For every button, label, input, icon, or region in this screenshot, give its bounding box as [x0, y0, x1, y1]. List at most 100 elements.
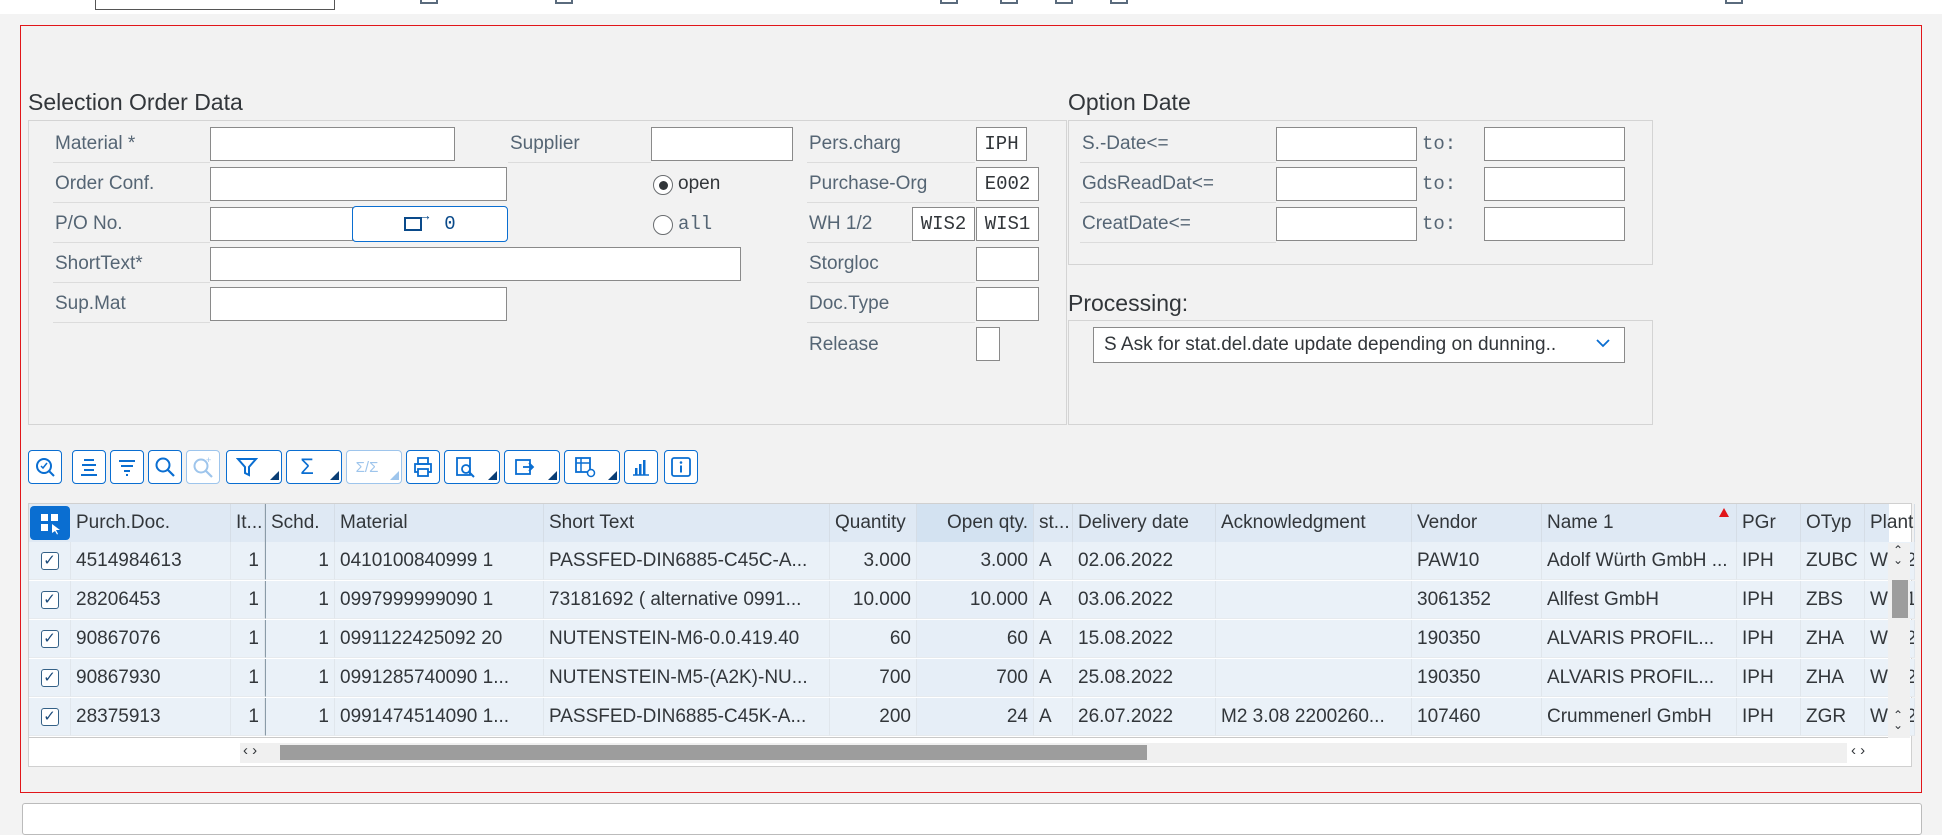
material-input[interactable]	[210, 127, 455, 161]
radio-all[interactable]	[653, 215, 673, 235]
cell-material[interactable]: 0991474514090 1...	[335, 698, 544, 736]
cell-purch-doc[interactable]: 90867076	[71, 620, 231, 658]
row-select-cell[interactable]: ✓	[29, 659, 71, 697]
cell-acknowledgment[interactable]	[1216, 542, 1412, 580]
cell-short-text[interactable]: NUTENSTEIN-M5-(A2K)-NU...	[544, 659, 830, 697]
table-row[interactable]: ✓ 4514984613 1 1 0410100840999 1 PASSFED-DIN6…	[29, 542, 1915, 580]
s-date-from-input[interactable]	[1276, 127, 1417, 161]
scroll-up-icon[interactable]: ⌃ ⌄	[1893, 544, 1903, 566]
print-preview-icon[interactable]	[444, 450, 500, 484]
cell-quantity[interactable]: 10.000	[830, 581, 917, 619]
cell-schd[interactable]: 1	[265, 620, 335, 658]
cell-material[interactable]: 0991285740090 1...	[335, 659, 544, 697]
purchase-org-input[interactable]: E002	[976, 167, 1039, 201]
supplier-input[interactable]	[651, 127, 793, 161]
doc-type-input[interactable]	[976, 287, 1039, 321]
creat-date-to-input[interactable]	[1484, 207, 1625, 241]
cell-name1[interactable]: ALVARIS PROFIL...	[1542, 620, 1737, 658]
cell-purch-doc[interactable]: 28375913	[71, 698, 231, 736]
sup-mat-input[interactable]	[210, 287, 507, 321]
cell-schd[interactable]: 1	[265, 698, 335, 736]
row-select-cell[interactable]: ✓	[29, 620, 71, 658]
row-select-cell[interactable]: ✓	[29, 581, 71, 619]
cell-status[interactable]: A	[1034, 581, 1073, 619]
cell-item[interactable]: 1	[231, 659, 265, 697]
col-quantity[interactable]: Quantity	[830, 504, 917, 542]
cell-delivery-date[interactable]: 26.07.2022	[1073, 698, 1216, 736]
col-otyp[interactable]: OTyp	[1801, 504, 1865, 542]
cell-status[interactable]: A	[1034, 659, 1073, 697]
col-delivery-date[interactable]: Delivery date	[1073, 504, 1216, 542]
col-plant[interactable]: Plant	[1865, 504, 1915, 542]
print-icon[interactable]	[406, 450, 440, 484]
col-item[interactable]: It...	[231, 504, 265, 542]
command-field[interactable]	[95, 0, 335, 10]
cell-pgr[interactable]: IPH	[1737, 581, 1801, 619]
po-no-input[interactable]	[210, 207, 353, 241]
col-material[interactable]: Material	[335, 504, 544, 542]
wh2-input[interactable]: WIS1	[976, 207, 1039, 241]
table-row[interactable]: ✓ 28375913 1 1 0991474514090 1... PASSFED-DIN…	[29, 698, 1915, 736]
horizontal-scroll-thumb[interactable]	[280, 745, 1147, 760]
col-short-text[interactable]: Short Text	[544, 504, 830, 542]
cell-acknowledgment[interactable]: M2 3.08 2200260...	[1216, 698, 1412, 736]
wh1-input[interactable]: WIS2	[912, 207, 975, 241]
cell-quantity[interactable]: 60	[830, 620, 917, 658]
cell-schd[interactable]: 1	[265, 542, 335, 580]
toolbar-icon[interactable]	[555, 0, 573, 4]
search-next-icon[interactable]: +	[186, 450, 220, 484]
order-conf-input[interactable]	[210, 167, 507, 201]
cell-delivery-date[interactable]: 03.06.2022	[1073, 581, 1216, 619]
vertical-scroll-thumb[interactable]	[1892, 580, 1908, 618]
row-checkbox[interactable]: ✓	[40, 629, 59, 648]
cell-open-qty[interactable]: 700	[917, 659, 1034, 697]
row-select-cell[interactable]: ✓	[29, 698, 71, 736]
col-schd[interactable]: Schd.	[265, 504, 335, 542]
toolbar-icon[interactable]	[1055, 0, 1073, 4]
details-icon[interactable]	[28, 450, 62, 484]
align-icon[interactable]	[72, 450, 106, 484]
row-checkbox[interactable]: ✓	[40, 590, 59, 609]
col-vendor[interactable]: Vendor	[1412, 504, 1542, 542]
col-acknowledgment[interactable]: Acknowledgment	[1216, 504, 1412, 542]
col-status[interactable]: st...	[1034, 504, 1073, 542]
gds-read-date-to-input[interactable]	[1484, 167, 1625, 201]
cell-vendor[interactable]: 190350	[1412, 659, 1542, 697]
cell-acknowledgment[interactable]	[1216, 659, 1412, 697]
toolbar-icon[interactable]	[940, 0, 958, 4]
toolbar-icon[interactable]	[1725, 0, 1743, 4]
row-checkbox[interactable]: ✓	[40, 551, 59, 570]
cell-quantity[interactable]: 200	[830, 698, 917, 736]
col-name1[interactable]: Name 1	[1542, 504, 1737, 542]
cell-vendor[interactable]: 190350	[1412, 620, 1542, 658]
cell-status[interactable]: A	[1034, 620, 1073, 658]
col-purch-doc[interactable]: Purch.Doc.	[71, 504, 231, 542]
cell-schd[interactable]: 1	[265, 581, 335, 619]
cell-purch-doc[interactable]: 4514984613	[71, 542, 231, 580]
cell-vendor[interactable]: 107460	[1412, 698, 1542, 736]
cell-delivery-date[interactable]: 02.06.2022	[1073, 542, 1216, 580]
cell-delivery-date[interactable]: 15.08.2022	[1073, 620, 1216, 658]
cell-material[interactable]: 0991122425092 20	[335, 620, 544, 658]
shorttext-input[interactable]	[210, 247, 741, 281]
col-pgr[interactable]: PGr	[1737, 504, 1801, 542]
cell-open-qty[interactable]: 60	[917, 620, 1034, 658]
row-checkbox[interactable]: ✓	[40, 668, 59, 687]
cell-pgr[interactable]: IPH	[1737, 659, 1801, 697]
processing-dropdown[interactable]: S Ask for stat.del.date update depending…	[1093, 327, 1625, 363]
layout-icon[interactable]	[564, 450, 620, 484]
cell-short-text[interactable]: NUTENSTEIN-M6-0.0.419.40	[544, 620, 830, 658]
cell-delivery-date[interactable]: 25.08.2022	[1073, 659, 1216, 697]
cell-short-text[interactable]: 73181692 ( alternative 0991...	[544, 581, 830, 619]
col-open-qty[interactable]: Open qty.	[917, 504, 1034, 542]
table-row[interactable]: ✓ 90867930 1 1 0991285740090 1... NUTENSTEIN-…	[29, 659, 1915, 697]
search-icon[interactable]	[148, 450, 182, 484]
cell-quantity[interactable]: 3.000	[830, 542, 917, 580]
cell-item[interactable]: 1	[231, 698, 265, 736]
cell-otyp[interactable]: ZGR	[1801, 698, 1865, 736]
sum-icon[interactable]: Σ	[286, 450, 342, 484]
subtotal-icon[interactable]: Σ/Σ	[346, 450, 402, 484]
cell-open-qty[interactable]: 24	[917, 698, 1034, 736]
info-icon[interactable]	[664, 450, 698, 484]
cell-purch-doc[interactable]: 28206453	[71, 581, 231, 619]
